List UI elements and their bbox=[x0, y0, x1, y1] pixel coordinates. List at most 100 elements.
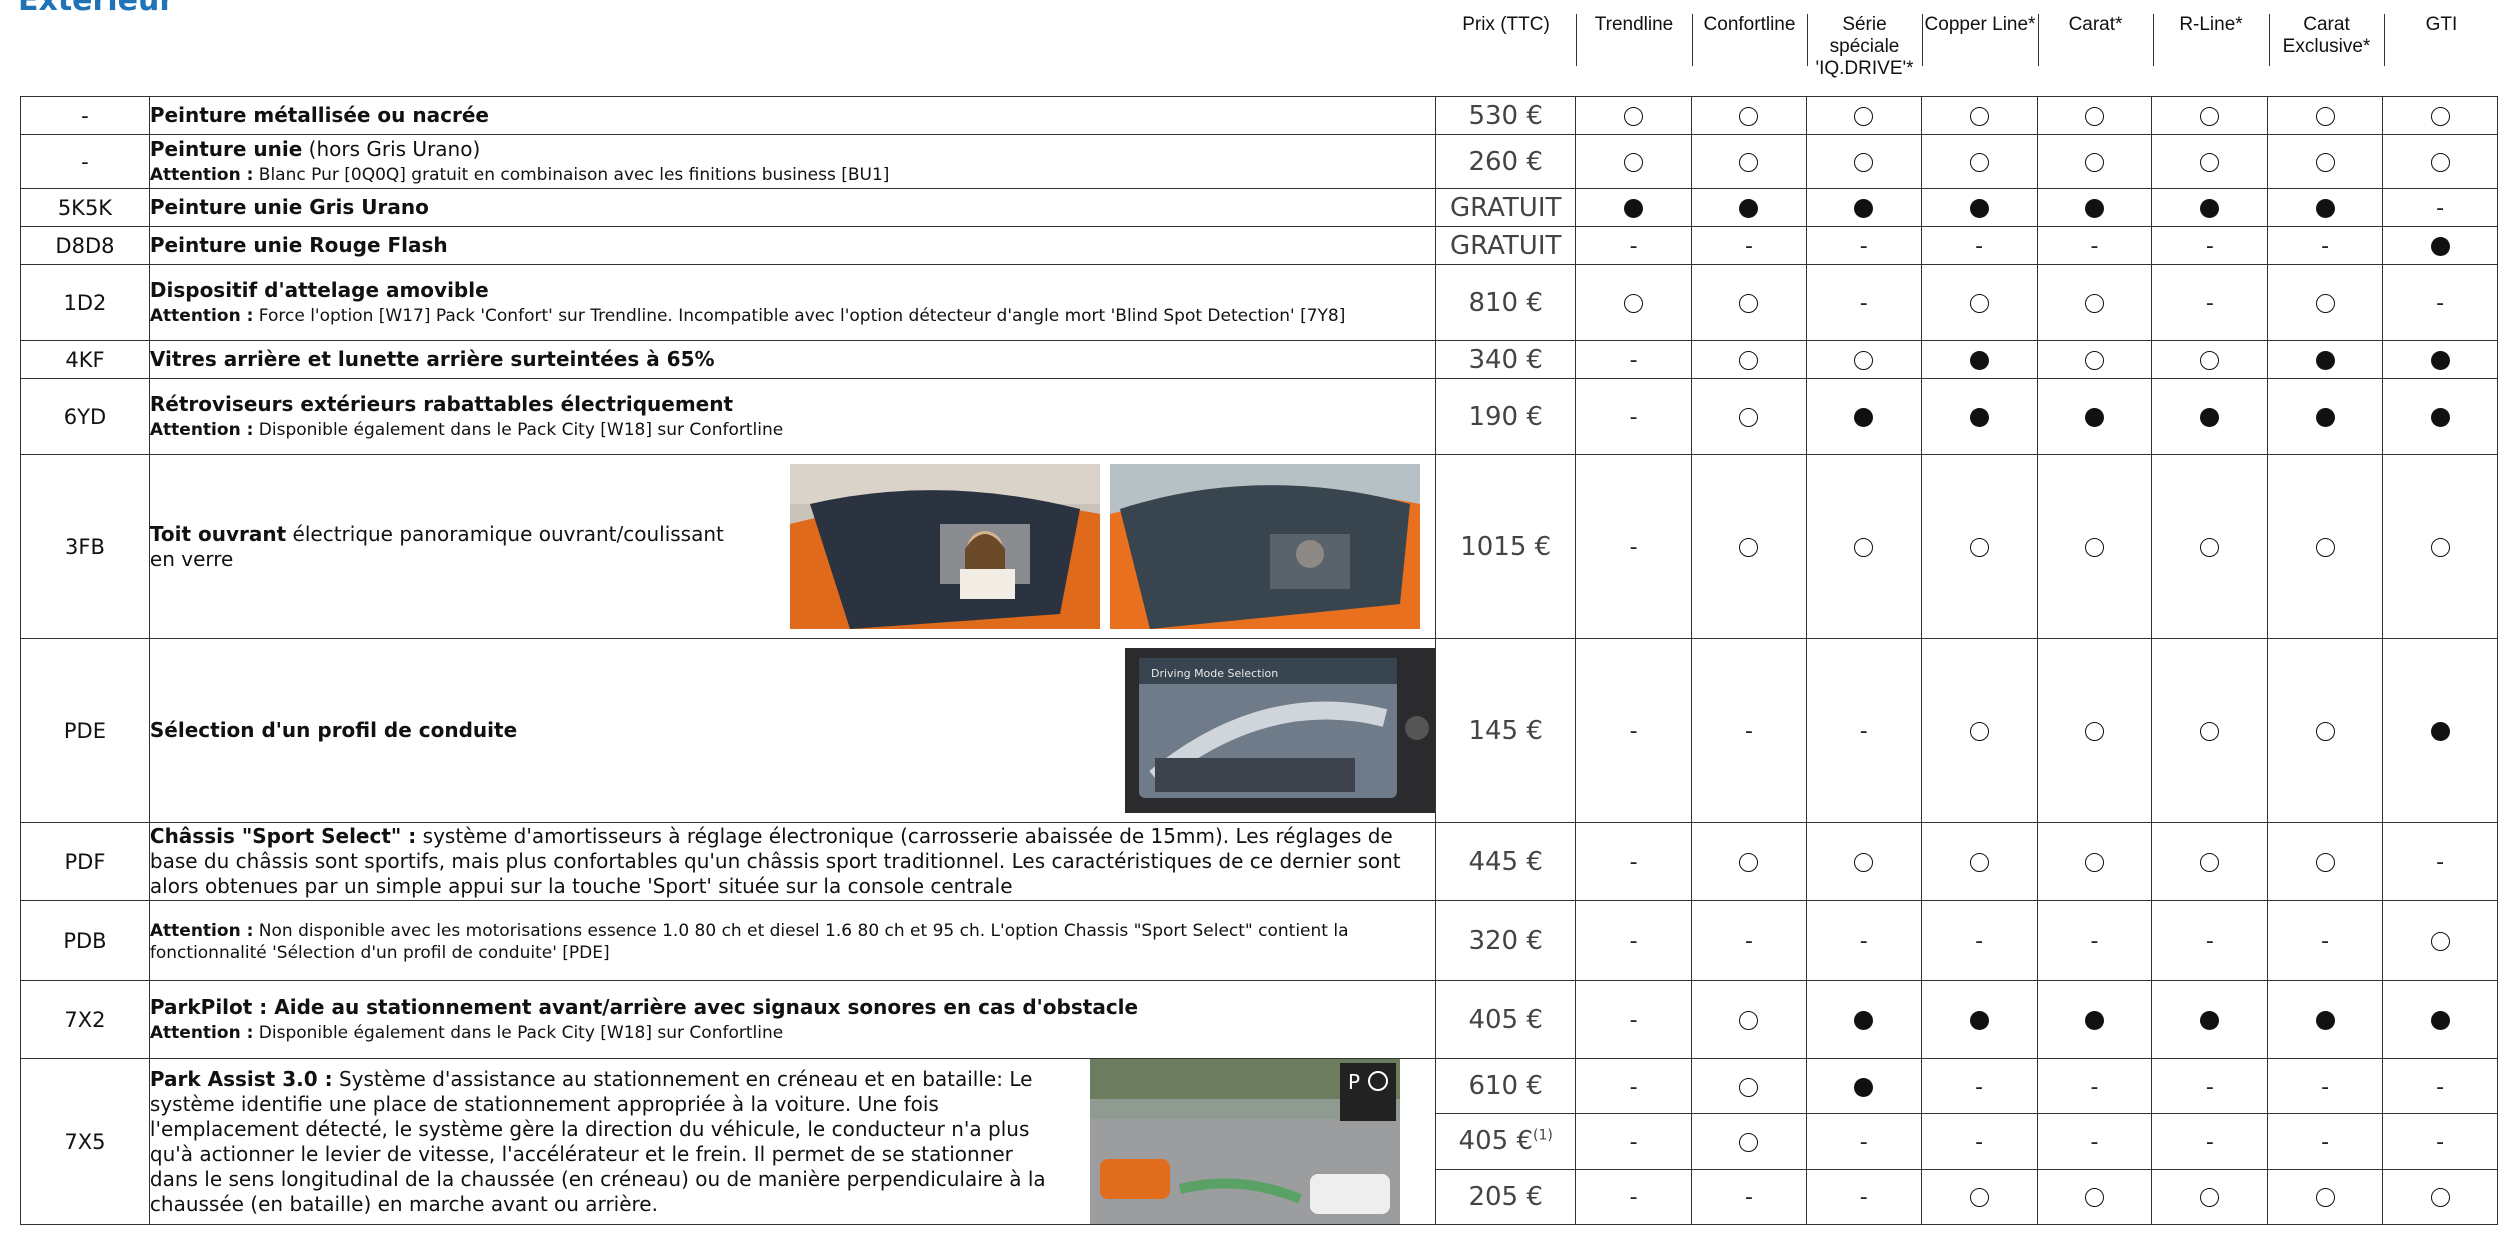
option-title: Peinture unie Rouge Flash bbox=[149, 233, 448, 257]
option-circle-icon bbox=[1969, 294, 1989, 313]
standard-dot-icon bbox=[2084, 199, 2104, 218]
standard-dot-icon bbox=[1854, 1077, 1874, 1097]
option-circle-icon bbox=[1854, 853, 1874, 872]
availability-cell bbox=[2151, 340, 2269, 379]
availability-cell bbox=[1575, 264, 1693, 341]
option-circle-icon bbox=[2084, 153, 2104, 172]
option-circle-icon bbox=[1739, 294, 1759, 313]
option-circle-icon bbox=[1739, 1011, 1759, 1030]
options-table: - Peinture métallisée ou nacrée 530 € - Pein… bbox=[20, 96, 2498, 1226]
option-code: - bbox=[20, 134, 150, 189]
option-circle-icon bbox=[2084, 538, 2104, 557]
availability-cell bbox=[2151, 378, 2269, 455]
availability-cell bbox=[2036, 638, 2153, 823]
option-circle-icon bbox=[2200, 351, 2220, 370]
availability-cell: - bbox=[1575, 1057, 1693, 1115]
header-gti: GTI bbox=[2384, 14, 2498, 66]
availability-cell bbox=[2382, 226, 2498, 265]
header-copper-line: Copper Line* bbox=[1922, 14, 2038, 66]
not-available-dash: - bbox=[2090, 929, 2099, 954]
not-available-dash: - bbox=[1629, 929, 1638, 954]
availability-cell: - bbox=[1805, 1113, 1922, 1170]
not-available-dash: - bbox=[2321, 929, 2330, 954]
availability-cell bbox=[2036, 980, 2153, 1059]
standard-dot-icon bbox=[2430, 351, 2450, 370]
availability-cell: - bbox=[1805, 264, 1922, 341]
availability-cell bbox=[2151, 96, 2269, 135]
standard-dot-icon bbox=[1624, 199, 1644, 218]
availability-cell: - bbox=[1805, 638, 1922, 823]
availability-cell: - bbox=[2382, 188, 2498, 227]
header-iqdrive: Série spéciale 'IQ.DRIVE'* bbox=[1807, 14, 1922, 79]
driving-mode-screen-photo: Driving Mode Selection bbox=[1125, 648, 1436, 813]
not-available-dash: - bbox=[2090, 1074, 2099, 1100]
option-attention: Attention : Blanc Pur [0Q0Q] gratuit en … bbox=[150, 164, 1435, 186]
option-attention: Attention : Force l'option [W17] Pack 'C… bbox=[150, 305, 1435, 327]
park-assist-photo: P bbox=[1089, 1059, 1400, 1224]
availability-cell bbox=[1691, 188, 1807, 227]
option-price: 145 € bbox=[1435, 638, 1577, 823]
standard-dot-icon bbox=[2200, 199, 2220, 218]
table-row: 5K5K Peinture unie Gris Urano GRATUIT - bbox=[20, 188, 2498, 227]
availability-cell bbox=[2036, 340, 2153, 379]
option-circle-icon bbox=[1969, 107, 1989, 126]
standard-dot-icon bbox=[2430, 408, 2450, 427]
not-available-dash: - bbox=[1629, 1129, 1638, 1155]
option-price: 405 €(1) bbox=[1435, 1113, 1577, 1170]
option-description: Vitres arrière et lunette arrière surtei… bbox=[148, 340, 1437, 379]
availability-cell: - bbox=[1575, 340, 1693, 379]
availability-cell bbox=[2267, 340, 2384, 379]
availability-cell: - bbox=[2382, 264, 2498, 341]
availability-cell: - bbox=[1575, 226, 1693, 265]
availability-cell bbox=[1920, 638, 2038, 823]
not-available-dash: - bbox=[1859, 234, 1868, 259]
availability-cell: - bbox=[2267, 1057, 2384, 1115]
option-circle-icon bbox=[1624, 153, 1644, 172]
option-circle-icon bbox=[2315, 294, 2335, 313]
availability-cell: - bbox=[2036, 900, 2153, 981]
option-description: ParkPilot : Aide au stationnement avant/… bbox=[148, 980, 1437, 1059]
table-row: 7X5 Park Assist 3.0 : Système d'assistanc… bbox=[20, 1057, 2498, 1225]
option-circle-icon bbox=[1969, 853, 1989, 872]
price-value: 145 € bbox=[1468, 715, 1543, 746]
availability-cell bbox=[2036, 1168, 2153, 1226]
table-row: 1D2 Dispositif d'attelage amovible Attenti… bbox=[20, 264, 2498, 341]
not-available-dash: - bbox=[2090, 234, 2099, 259]
option-title: Toit ouvrant bbox=[149, 521, 287, 546]
availability-cell: - bbox=[2267, 900, 2384, 981]
availability-cell: - bbox=[2151, 900, 2269, 981]
option-attention: Attention : Disponible également dans le… bbox=[150, 1022, 1435, 1044]
availability-cell: - bbox=[2382, 1113, 2498, 1170]
standard-dot-icon bbox=[1969, 408, 1989, 427]
option-code: PDF bbox=[20, 822, 150, 901]
availability-cell bbox=[2382, 378, 2498, 455]
sunroof-photo-closed bbox=[1109, 464, 1420, 629]
option-circle-icon bbox=[2084, 853, 2104, 872]
option-price: 260 € bbox=[1435, 134, 1577, 189]
availability-cell: - bbox=[2036, 226, 2153, 265]
not-available-dash: - bbox=[1629, 348, 1638, 373]
attention-label: Attention : bbox=[149, 420, 254, 440]
not-available-dash: - bbox=[1629, 1008, 1638, 1033]
availability-cell bbox=[1805, 1057, 1922, 1115]
option-code: 7X5 bbox=[20, 1058, 150, 1225]
option-circle-icon bbox=[2084, 294, 2104, 313]
standard-dot-icon bbox=[2315, 1011, 2335, 1030]
option-circle-icon bbox=[2200, 1188, 2220, 1208]
availability-cell bbox=[2267, 638, 2384, 823]
option-code: 5K5K bbox=[20, 188, 150, 227]
option-title: Dispositif d'attelage amovible bbox=[149, 278, 489, 302]
not-available-dash: - bbox=[2436, 850, 2445, 875]
attention-label: Attention : bbox=[149, 1023, 254, 1043]
availability-cell bbox=[2151, 454, 2269, 639]
not-available-dash: - bbox=[1859, 1129, 1868, 1155]
option-price: 190 € bbox=[1435, 378, 1577, 455]
availability-cell bbox=[1920, 1168, 2038, 1226]
availability-cell bbox=[2151, 638, 2269, 823]
availability-cell bbox=[1691, 454, 1807, 639]
price-value: 610 € bbox=[1468, 1071, 1543, 1102]
option-circle-icon bbox=[2200, 153, 2220, 172]
availability-cell bbox=[1691, 378, 1807, 455]
availability-cell bbox=[1920, 378, 2038, 455]
availability-cell bbox=[2382, 134, 2498, 189]
